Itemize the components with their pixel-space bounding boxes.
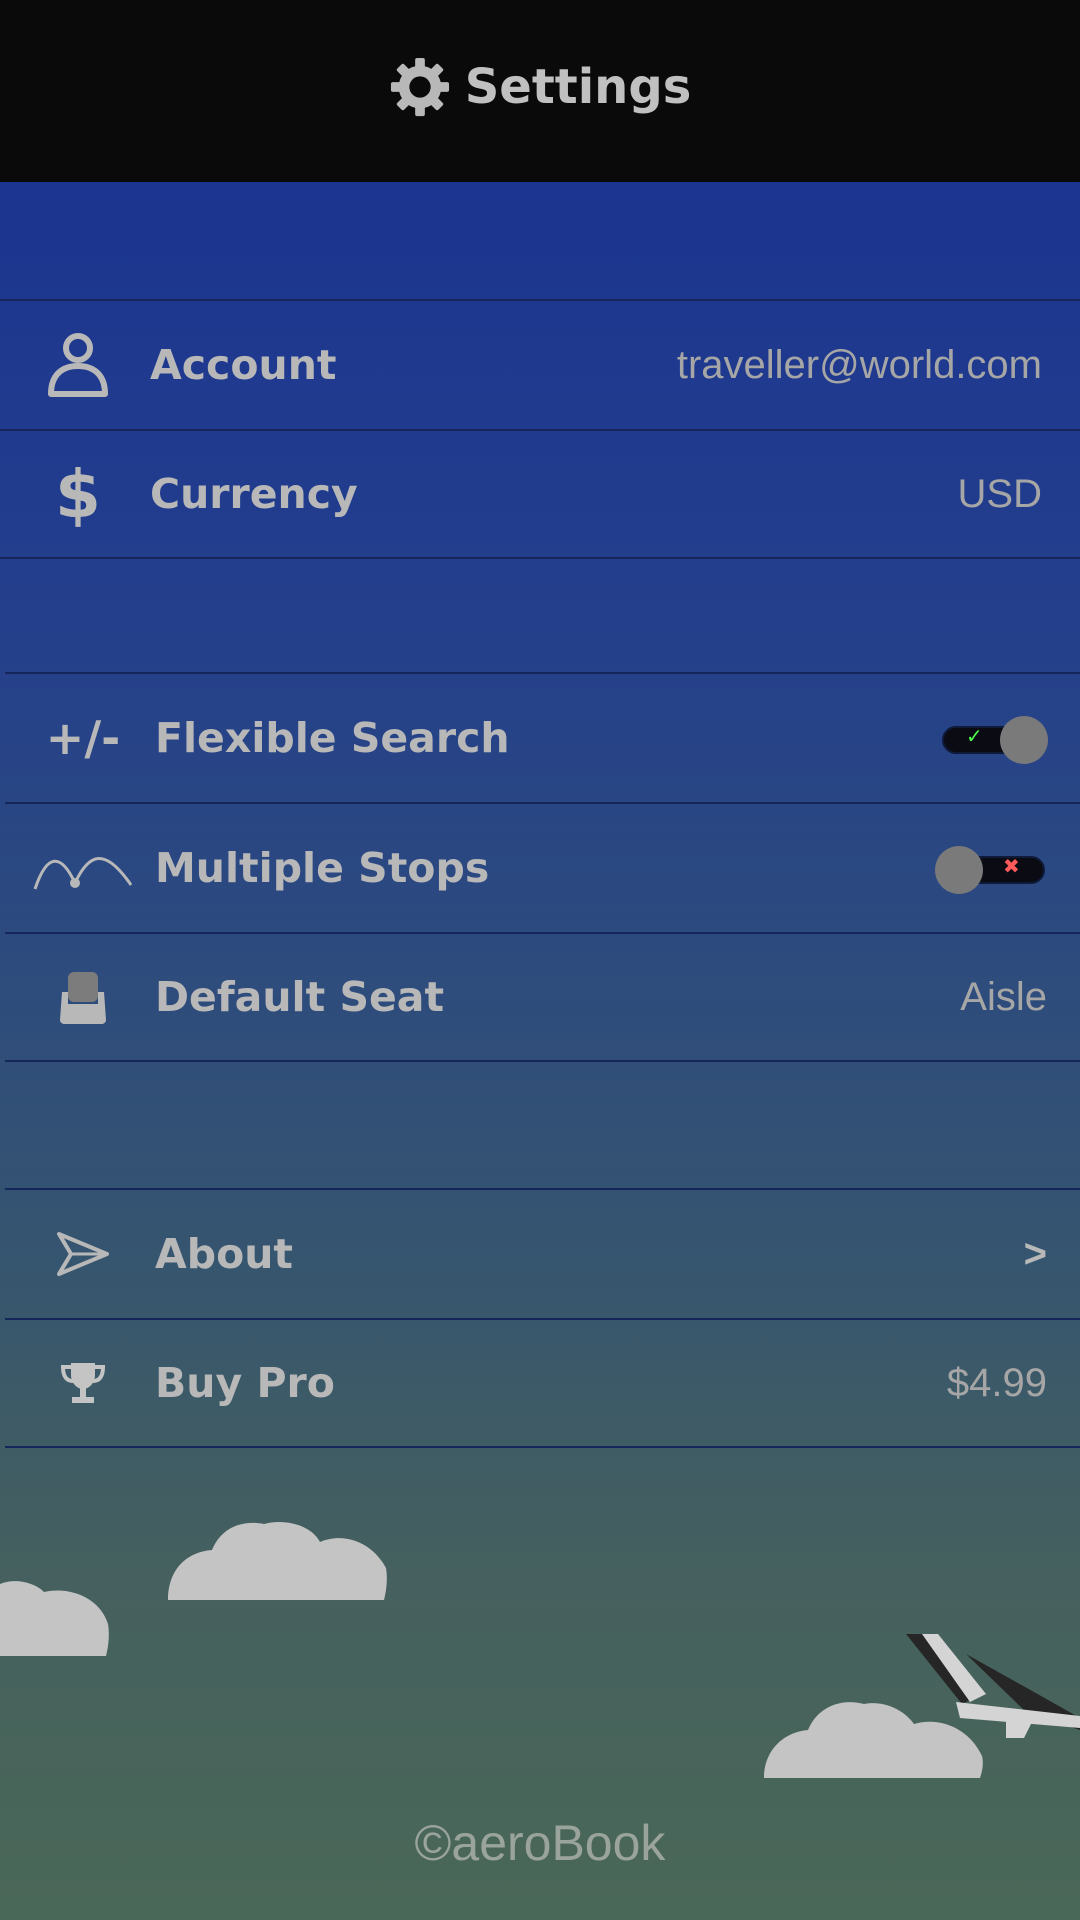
account-value: traveller@world.com <box>676 342 1042 387</box>
settings-row-default-seat[interactable]: Default Seat Aisle <box>5 932 1080 1062</box>
chevron-right-icon[interactable]: > <box>1024 1232 1047 1277</box>
paper-plane-icon <box>33 1209 133 1299</box>
person-icon <box>28 320 128 410</box>
gear-icon <box>389 56 451 118</box>
settings-row-buy-pro[interactable]: Buy Pro $4.99 <box>5 1318 1080 1448</box>
check-icon: ✓ <box>966 724 983 748</box>
default-seat-value: Aisle <box>960 974 1047 1019</box>
settings-row-multiple-stops[interactable]: Multiple Stops ✖ <box>5 802 1080 932</box>
flexible-search-label: Flexible Search <box>155 714 510 762</box>
flexible-search-toggle[interactable]: ✓ <box>938 714 1050 764</box>
dollar-icon: $ <box>55 455 101 533</box>
trophy-icon <box>33 1338 133 1428</box>
settings-row-about[interactable]: About > <box>5 1188 1080 1318</box>
buy-pro-price: $4.99 <box>946 1360 1047 1405</box>
currency-label: Currency <box>150 470 358 518</box>
currency-value: USD <box>957 471 1042 516</box>
airplane-tail-icon <box>906 1634 1080 1738</box>
app-header: Settings <box>0 0 1080 182</box>
page-title: Settings <box>464 59 692 115</box>
settings-row-currency[interactable]: $ Currency USD <box>0 429 1080 559</box>
footer-copyright: ©aeroBook <box>414 1815 666 1871</box>
settings-row-flexible-search[interactable]: +/- Flexible Search ✓ <box>5 672 1080 802</box>
multiple-stops-toggle[interactable]: ✖ <box>935 844 1047 894</box>
settings-row-account[interactable]: Account traveller@world.com <box>0 299 1080 429</box>
cloud-illustration <box>168 1522 387 1600</box>
seat-icon <box>33 952 133 1042</box>
settings-panel: Account traveller@world.com $ Currency U… <box>0 182 1080 1920</box>
toggle-knob <box>1000 716 1048 764</box>
x-icon: ✖ <box>1003 854 1020 878</box>
buy-pro-label: Buy Pro <box>155 1359 335 1407</box>
account-label: Account <box>150 341 337 389</box>
multiple-stops-label: Multiple Stops <box>155 844 490 892</box>
default-seat-label: Default Seat <box>155 973 445 1021</box>
route-stops-icon <box>33 823 133 913</box>
toggle-knob <box>935 846 983 894</box>
cloud-illustration <box>0 1581 109 1656</box>
plus-minus-icon: +/- <box>45 711 121 765</box>
about-label: About <box>155 1230 294 1278</box>
